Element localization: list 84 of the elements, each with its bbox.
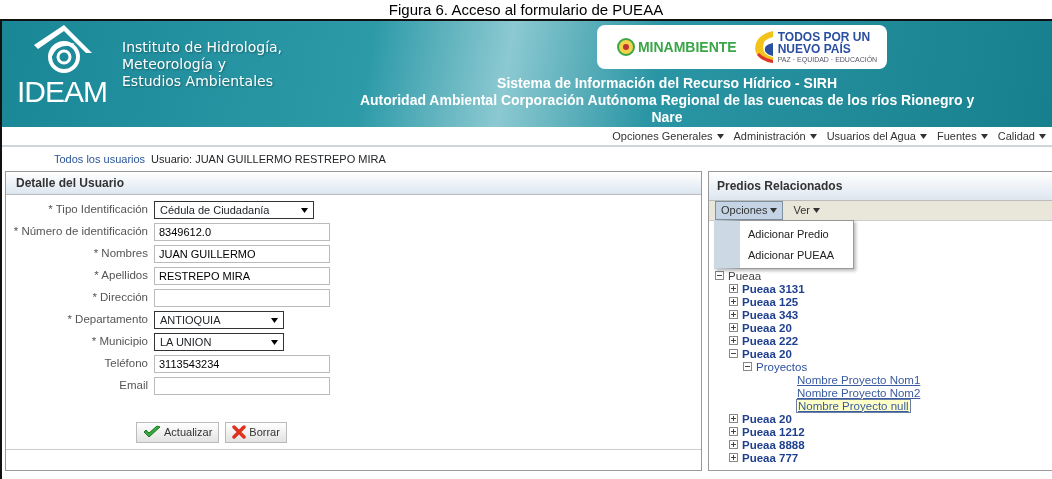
expand-icon[interactable] [729, 414, 738, 423]
nav-menu-item[interactable]: Opciones Generales [612, 127, 724, 145]
field-label: Teléfono [103, 356, 149, 372]
expand-icon[interactable] [729, 310, 738, 319]
toolbar-menu-button[interactable]: Ver [787, 201, 826, 220]
field-label: * Municipio [90, 334, 149, 350]
select-field[interactable]: Cédula de Ciudadanía [154, 201, 314, 219]
logo-text: IDEAM [17, 77, 107, 107]
expand-icon[interactable] [729, 440, 738, 449]
input-field[interactable]: JUAN GUILLERMO [154, 245, 330, 263]
tree-item[interactable]: Nombre Proyecto null [797, 399, 910, 412]
slogan-line: TODOS POR UN [777, 30, 872, 43]
tree-item[interactable]: Pueaa 8888 [742, 438, 805, 451]
toolbar-menu-button[interactable]: Opciones [715, 201, 784, 220]
nav-menu-item[interactable]: Administración [733, 127, 817, 145]
caret-icon [716, 133, 724, 139]
menu-item[interactable]: Adicionar PUEAA [740, 244, 853, 265]
tree-item[interactable]: Pueaa 125 [742, 295, 799, 308]
tree-item[interactable]: Pueaa 777 [742, 451, 799, 464]
nav-menu-item[interactable]: Usuarios del Agua [826, 127, 927, 145]
nav-menu-item[interactable]: Calidad [997, 127, 1046, 145]
tree-item[interactable]: Proyectos [756, 360, 808, 373]
expand-icon[interactable] [729, 427, 738, 436]
breadcrumb-link[interactable]: Todos los usuarios [54, 150, 146, 168]
checkmark-icon [143, 425, 161, 440]
institute-name-line: Meteorología y [122, 56, 227, 73]
field-label: * Número de identificación [12, 224, 149, 240]
tree-item[interactable]: Nombre Proyecto Nom1 [797, 373, 921, 386]
figure-caption: Figura 6. Acceso al formulario de PUEAA [388, 1, 664, 18]
caret-icon [301, 207, 308, 213]
collapse-icon[interactable] [743, 362, 752, 371]
expand-icon[interactable] [729, 297, 738, 306]
close-icon [232, 425, 247, 440]
field-label: * Departamento [66, 312, 149, 328]
collapse-icon[interactable] [715, 271, 724, 280]
update-button[interactable]: Actualizar [136, 422, 220, 443]
field-label: Email [118, 378, 149, 394]
tree-item[interactable]: Pueaa 20 [742, 347, 792, 360]
field-label: * Nombres [92, 246, 149, 262]
select-field[interactable]: ANTIOQUIA [154, 311, 284, 329]
caret-icon [809, 133, 817, 139]
field-label: * Tipo Identificación [47, 202, 149, 218]
breadcrumb-current: Usuario: JUAN GUILLERMO RESTREPO MIRA [151, 151, 386, 167]
field-label: * Dirección [91, 290, 149, 306]
input-field[interactable]: RESTREPO MIRA [154, 267, 330, 285]
slogan-line: NUEVO PAÍS [777, 42, 851, 55]
panel-title: Detalle del Usuario [6, 172, 701, 195]
expand-icon[interactable] [729, 336, 738, 345]
caret-icon [770, 208, 778, 213]
caret-icon [813, 208, 820, 213]
caret-icon [271, 317, 278, 323]
tree-item[interactable]: Pueaa 343 [742, 308, 799, 321]
caret-icon [919, 133, 927, 139]
delete-button[interactable]: Borrar [225, 422, 287, 443]
caret-icon [271, 339, 278, 345]
ministry-name: MINAMBIENTE [637, 37, 737, 57]
tree-item[interactable]: Pueaa 222 [742, 334, 799, 347]
field-label: * Apellidos [93, 268, 149, 284]
input-field[interactable]: 3113543234 [154, 355, 330, 373]
tree-item[interactable]: Nombre Proyecto Nom2 [797, 386, 921, 399]
tree-item[interactable]: Pueaa [728, 269, 762, 282]
nav-menu-item[interactable]: Fuentes [936, 127, 988, 145]
institute-name-line: Instituto de Hidrología, [122, 39, 283, 56]
authority-title-line: Autoridad Ambiental Corporación Autónoma Regional de las cuencas de los ríos Rionegro y [359, 92, 975, 109]
expand-icon[interactable] [729, 453, 738, 462]
collapse-icon[interactable] [729, 349, 738, 358]
input-field[interactable] [154, 377, 330, 395]
institute-name-line: Estudios Ambientales [122, 73, 274, 90]
panel-title: Predios Relacionados [709, 172, 1052, 201]
tree-item[interactable]: Pueaa 20 [742, 412, 792, 425]
tree-item[interactable]: Pueaa 3131 [742, 282, 805, 295]
input-field[interactable]: 8349612.0 [154, 223, 330, 241]
menu-item[interactable]: Adicionar Predio [740, 224, 853, 245]
expand-icon[interactable] [729, 284, 738, 293]
caret-icon [1039, 133, 1046, 139]
tree-item[interactable]: Pueaa 1212 [742, 425, 805, 438]
authority-title-line: Nare [650, 109, 684, 126]
caret-icon [980, 133, 988, 139]
select-field[interactable]: LA UNION [154, 333, 284, 351]
input-field[interactable] [154, 289, 330, 307]
system-title: Sistema de Información del Recurso Hídrico - SIRH [497, 75, 837, 92]
expand-icon[interactable] [729, 323, 738, 332]
coat-of-arms-icon [616, 38, 635, 56]
tree-item[interactable]: Pueaa 20 [742, 321, 792, 334]
